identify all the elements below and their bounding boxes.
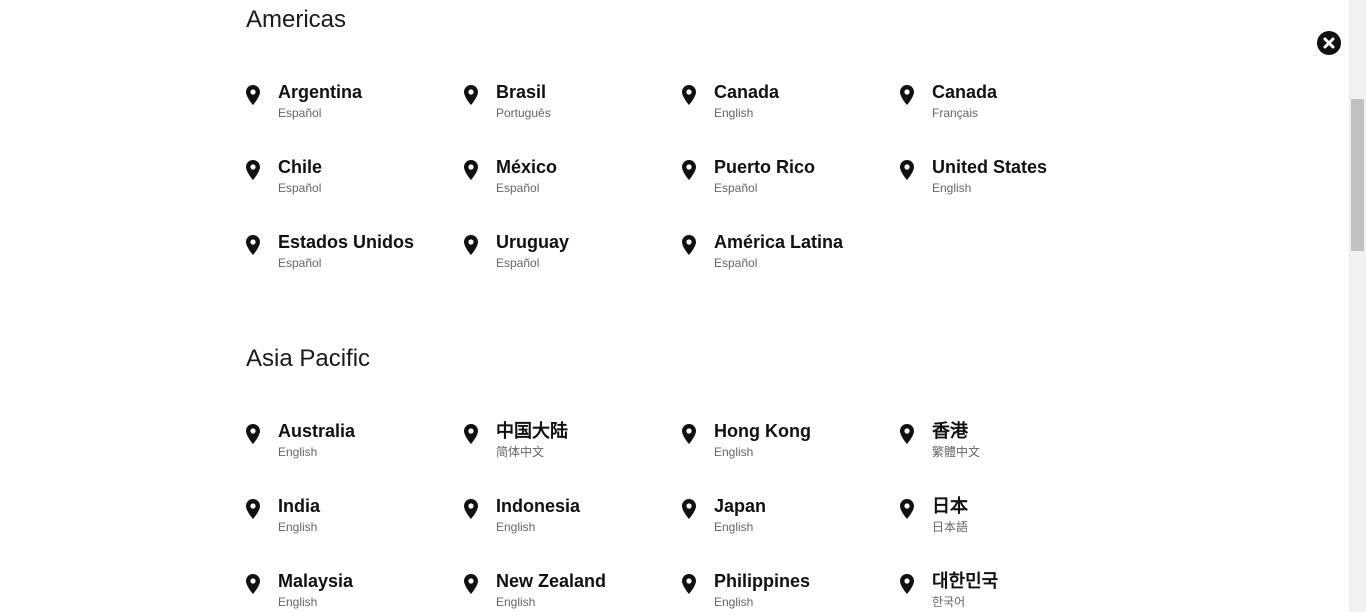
location-country-name: Estados Unidos <box>278 232 415 252</box>
location-language: English <box>714 520 754 534</box>
location-language: English <box>278 595 318 609</box>
location-language: English <box>278 445 318 459</box>
location-link[interactable]: Indonesia English <box>464 495 674 545</box>
location-country-name: Canada <box>714 82 780 102</box>
location-country-name: Hong Kong <box>714 421 811 441</box>
location-link[interactable]: 中国大陆 简体中文 <box>464 420 674 470</box>
location-country-name: Brasil <box>496 82 547 102</box>
map-pin-icon <box>900 160 914 180</box>
location-language: Español <box>496 256 540 270</box>
location-country-name: India <box>278 496 321 516</box>
location-link[interactable]: Brasil Português <box>464 81 674 131</box>
location-country-name: Chile <box>278 157 323 177</box>
location-country-name: Malaysia <box>278 571 354 591</box>
location-language: English <box>714 445 754 459</box>
location-link[interactable]: Chile Español <box>246 156 456 206</box>
location-country-name: 香港 <box>932 421 968 441</box>
map-pin-icon <box>682 499 696 519</box>
map-pin-icon <box>246 235 260 255</box>
location-country-name: Canada <box>932 82 998 102</box>
location-language: English <box>714 106 754 120</box>
map-pin-icon <box>900 499 914 519</box>
location-country-name: 中国大陆 <box>496 421 568 441</box>
map-pin-icon <box>682 424 696 444</box>
location-country-name: Philippines <box>714 571 811 591</box>
location-language: Español <box>714 181 758 195</box>
map-pin-icon <box>682 235 696 255</box>
map-pin-icon <box>900 424 914 444</box>
location-link[interactable]: Australia English <box>246 420 456 470</box>
location-language: English <box>496 520 536 534</box>
location-country-name: Puerto Rico <box>714 157 816 177</box>
location-country-name: México <box>496 157 558 177</box>
map-pin-icon <box>464 499 478 519</box>
location-language: 繁體中文 <box>932 445 981 459</box>
location-country-name: New Zealand <box>496 571 607 591</box>
location-link[interactable]: Hong Kong English <box>682 420 892 470</box>
location-link[interactable]: Estados Unidos Español <box>246 231 456 281</box>
location-link[interactable]: India English <box>246 495 456 545</box>
location-link[interactable]: New Zealand English <box>464 570 674 612</box>
scrollbar[interactable] <box>1349 0 1366 612</box>
map-pin-icon <box>682 160 696 180</box>
location-country-name: Japan <box>714 496 767 516</box>
location-language: Français <box>932 106 979 120</box>
map-pin-icon <box>682 574 696 594</box>
location-country-name: Australia <box>278 421 356 441</box>
map-pin-icon <box>246 574 260 594</box>
map-pin-icon <box>464 160 478 180</box>
map-pin-icon <box>682 85 696 105</box>
map-pin-icon <box>464 424 478 444</box>
location-language: Español <box>496 181 540 195</box>
location-language: 한국어 <box>932 595 966 609</box>
location-country-name: América Latina <box>714 232 844 252</box>
location-link[interactable]: 日本 日本語 <box>900 495 1110 545</box>
close-button[interactable] <box>1317 31 1341 55</box>
scrollbar-thumb[interactable] <box>1351 99 1364 251</box>
map-pin-icon <box>464 85 478 105</box>
location-link[interactable]: 香港 繁體中文 <box>900 420 1110 470</box>
location-link[interactable]: Argentina Español <box>246 81 456 131</box>
location-link[interactable]: Philippines English <box>682 570 892 612</box>
map-pin-icon <box>900 85 914 105</box>
location-language: Español <box>278 181 322 195</box>
location-country-name: 日本 <box>932 496 968 516</box>
location-language: Português <box>496 106 551 120</box>
location-country-name: Argentina <box>278 82 363 102</box>
location-link[interactable]: Uruguay Español <box>464 231 674 281</box>
location-link[interactable]: América Latina Español <box>682 231 892 281</box>
location-language: English <box>932 181 972 195</box>
location-link[interactable]: United States English <box>900 156 1110 206</box>
map-pin-icon <box>246 424 260 444</box>
location-language: English <box>714 595 754 609</box>
location-link[interactable]: Malaysia English <box>246 570 456 612</box>
map-pin-icon <box>900 574 914 594</box>
location-link[interactable]: Canada English <box>682 81 892 131</box>
region-title: Americas <box>246 6 347 33</box>
location-link[interactable]: Puerto Rico Español <box>682 156 892 206</box>
location-language: 简体中文 <box>496 445 545 459</box>
location-language: English <box>278 520 318 534</box>
location-link[interactable]: Japan English <box>682 495 892 545</box>
close-icon <box>1323 37 1335 49</box>
map-pin-icon <box>464 574 478 594</box>
region-title: Asia Pacific <box>246 345 371 372</box>
region-selector-page: Americas Argentina Español Brasil Português C… <box>0 0 1366 612</box>
map-pin-icon <box>246 85 260 105</box>
map-pin-icon <box>464 235 478 255</box>
location-language: Español <box>278 106 322 120</box>
map-pin-icon <box>246 160 260 180</box>
location-language: Español <box>714 256 758 270</box>
location-link[interactable]: Canada Français <box>900 81 1110 131</box>
location-country-name: 대한민국 <box>932 571 999 591</box>
location-link[interactable]: 대한민국한국어 <box>900 570 1110 612</box>
location-language: Español <box>278 256 322 270</box>
location-language: 日本語 <box>932 520 969 534</box>
location-link[interactable]: México Español <box>464 156 674 206</box>
location-country-name: Indonesia <box>496 496 581 516</box>
map-pin-icon <box>246 499 260 519</box>
location-country-name: Uruguay <box>496 232 570 252</box>
location-country-name: United States <box>932 157 1048 177</box>
location-language: English <box>496 595 536 609</box>
